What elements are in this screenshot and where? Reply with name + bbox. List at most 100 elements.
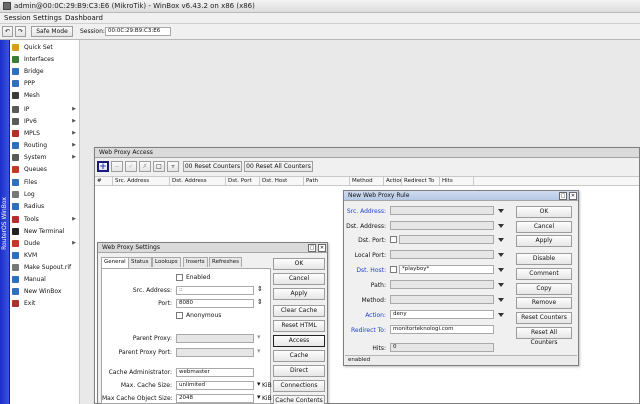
max-cache-size-dropdown-icon[interactable]: ▾ — [257, 380, 261, 388]
web-proxy-access-titlebar[interactable]: Web Proxy Access — [95, 148, 639, 158]
path-field[interactable] — [390, 280, 494, 289]
src-address-field[interactable]: :: — [176, 286, 254, 295]
col-hits[interactable]: Hits — [440, 177, 474, 186]
col-redirect-to[interactable]: Redirect To — [402, 177, 440, 186]
max-cache-object-dropdown-icon[interactable]: ▾ — [257, 393, 261, 401]
reset-all-counters-button[interactable]: 00 Reset All Counters — [244, 161, 313, 172]
col-action[interactable]: Action — [384, 177, 402, 186]
close-button[interactable]: ✕ — [318, 244, 326, 252]
cache-contents-button[interactable]: Cache Contents — [273, 395, 325, 404]
action-select[interactable]: deny — [390, 310, 494, 319]
dst-port-dropdown-icon[interactable] — [498, 238, 504, 242]
menu-item-quick-set[interactable]: Quick Set — [10, 42, 80, 54]
dst-address-field[interactable] — [390, 221, 494, 230]
menu-session[interactable]: Session — [4, 14, 31, 22]
rule-comment-button[interactable]: Comment — [516, 268, 572, 280]
menu-item-make-supout-rif[interactable]: Make Supout.rif — [10, 262, 80, 274]
parent-proxy-field[interactable] — [176, 334, 254, 343]
remove-rule-button[interactable]: − — [111, 161, 123, 172]
tab-inserts[interactable]: Inserts — [183, 257, 208, 267]
col-path[interactable]: Path — [304, 177, 350, 186]
rule-close-button[interactable]: ✕ — [569, 192, 577, 200]
rule-reset-all-counters-button[interactable]: Reset All Counters — [516, 327, 572, 346]
menu-item-new-winbox[interactable]: New WinBox — [10, 286, 80, 298]
cache-admin-field[interactable]: webmaster — [176, 368, 254, 377]
menu-item-dude[interactable]: Dude ▶ — [10, 238, 80, 250]
rule-disable-button[interactable]: Disable — [516, 253, 572, 265]
port-field[interactable]: 8080 — [176, 299, 254, 308]
col-src-address[interactable]: Src. Address — [113, 177, 170, 186]
max-cache-size-field[interactable]: unlimited — [176, 381, 254, 390]
rule-restore-button[interactable]: □ — [559, 192, 567, 200]
menu-item-ppp[interactable]: PPP — [10, 78, 80, 90]
tab-lookups[interactable]: Lookups — [152, 257, 181, 267]
reset-counters-button[interactable]: 00 Reset Counters — [183, 161, 242, 172]
src-address-spinner-icon[interactable]: ⇕ — [257, 285, 263, 293]
rule-copy-button[interactable]: Copy — [516, 283, 572, 295]
col-number[interactable]: # — [95, 177, 113, 186]
path-dropdown-icon[interactable] — [498, 283, 504, 287]
direct-button[interactable]: Direct — [273, 365, 325, 377]
tab-status[interactable]: Status — [128, 257, 152, 267]
menu-settings[interactable]: Settings — [33, 14, 62, 22]
menu-item-routing[interactable]: Routing ▶ — [10, 140, 80, 152]
parent-proxy-port-dropdown-icon[interactable]: ▾ — [257, 347, 261, 355]
rule-apply-button[interactable]: Apply — [516, 235, 572, 247]
rule-reset-counters-button[interactable]: Reset Counters — [516, 312, 572, 324]
web-proxy-settings-titlebar[interactable]: Web Proxy Settings □ ✕ — [98, 243, 327, 253]
settings-ok-button[interactable]: OK — [273, 258, 325, 270]
menu-item-mpls[interactable]: MPLS ▶ — [10, 128, 80, 140]
redirect-to-field[interactable]: monitorteknologi.com — [390, 325, 494, 334]
menu-dashboard[interactable]: Dashboard — [65, 14, 103, 22]
undo-button[interactable]: ↶ — [2, 26, 13, 37]
local-port-field[interactable] — [390, 250, 494, 259]
rule-remove-button[interactable]: Remove — [516, 297, 572, 309]
menu-item-ipv6[interactable]: IPv6 ▶ — [10, 116, 80, 128]
port-spinner-icon[interactable]: ⇕ — [257, 298, 263, 306]
clear-cache-button[interactable]: Clear Cache — [273, 305, 325, 317]
tab-refreshes[interactable]: Refreshes — [209, 257, 243, 267]
dst-host-dropdown-icon[interactable] — [498, 268, 504, 272]
menu-item-files[interactable]: Files — [10, 177, 80, 189]
max-cache-object-field[interactable]: 2048 — [176, 394, 254, 403]
menu-item-kvm[interactable]: KVM — [10, 250, 80, 262]
menu-item-mesh[interactable]: Mesh — [10, 90, 80, 102]
settings-apply-button[interactable]: Apply — [273, 288, 325, 300]
enabled-checkbox[interactable] — [176, 274, 183, 281]
action-dropdown-icon[interactable] — [498, 313, 504, 317]
anonymous-checkbox[interactable] — [176, 312, 183, 319]
reset-html-button[interactable]: Reset HTML — [273, 320, 325, 332]
col-dst-address[interactable]: Dst. Address — [170, 177, 226, 186]
connections-button[interactable]: Connections — [273, 380, 325, 392]
add-rule-button[interactable]: + — [97, 161, 109, 172]
menu-item-ip[interactable]: IP ▶ — [10, 104, 80, 116]
cache-button[interactable]: Cache — [273, 350, 325, 362]
menu-item-tools[interactable]: Tools ▶ — [10, 214, 80, 226]
dst-port-field[interactable] — [399, 235, 494, 244]
method-dropdown-icon[interactable] — [498, 298, 504, 302]
menu-item-system[interactable]: System ▶ — [10, 152, 80, 164]
method-field[interactable] — [390, 295, 494, 304]
dst-host-invert-checkbox[interactable] — [390, 266, 397, 273]
col-method[interactable]: Method — [350, 177, 384, 186]
local-port-dropdown-icon[interactable] — [498, 253, 504, 257]
src-address-dropdown-icon[interactable] — [498, 209, 504, 213]
menu-item-log[interactable]: Log — [10, 189, 80, 201]
col-dst-host[interactable]: Dst. Host — [260, 177, 304, 186]
menu-item-interfaces[interactable]: Interfaces — [10, 54, 80, 66]
menu-item-manual[interactable]: Manual — [10, 274, 80, 286]
restore-button[interactable]: □ — [308, 244, 316, 252]
safe-mode-button[interactable]: Safe Mode — [31, 26, 73, 37]
dst-host-field[interactable]: *playboy* — [399, 265, 494, 274]
comment-button[interactable]: □ — [153, 161, 165, 172]
menu-item-queues[interactable]: Queues — [10, 164, 80, 176]
session-field[interactable]: 00:0C:29:B9:C3:E6 — [105, 27, 171, 36]
menu-item-bridge[interactable]: Bridge — [10, 66, 80, 78]
rule-ok-button[interactable]: OK — [516, 206, 572, 218]
menu-item-exit[interactable]: Exit — [10, 298, 80, 310]
parent-proxy-port-field[interactable] — [176, 348, 254, 357]
menu-item-radius[interactable]: Radius — [10, 201, 80, 213]
access-button[interactable]: Access — [273, 335, 325, 347]
new-rule-titlebar[interactable]: New Web Proxy Rule □ ✕ — [344, 191, 578, 201]
enable-rule-button[interactable]: ✓ — [125, 161, 137, 172]
